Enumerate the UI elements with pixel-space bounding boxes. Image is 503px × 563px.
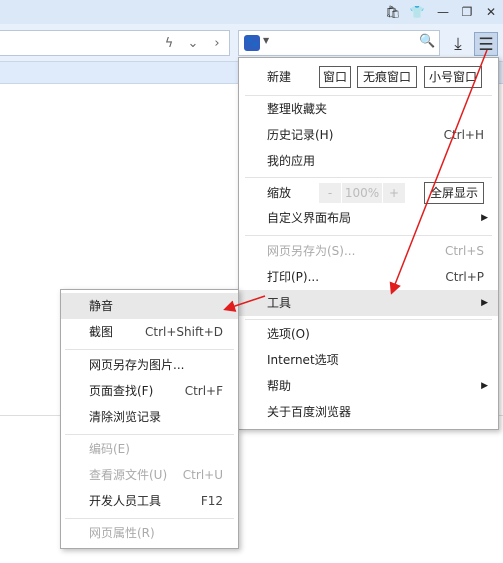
arrow-tools-to-mute: [223, 295, 266, 312]
annotation-arrows: [223, 49, 488, 312]
arrow-menu-to-tools: [389, 49, 488, 295]
